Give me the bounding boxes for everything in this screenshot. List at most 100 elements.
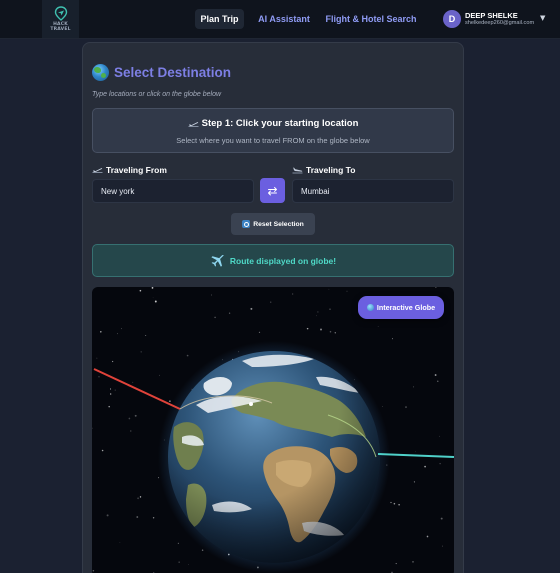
- star: [250, 307, 253, 310]
- star: [377, 326, 379, 328]
- star: [152, 517, 155, 519]
- swap-locations-button[interactable]: ⇄: [260, 178, 285, 203]
- star: [121, 328, 122, 330]
- star: [270, 301, 272, 303]
- star: [413, 386, 415, 388]
- star: [412, 561, 414, 563]
- star: [393, 502, 396, 505]
- star: [177, 542, 180, 545]
- star: [438, 435, 440, 437]
- star: [435, 287, 437, 289]
- star: [292, 293, 294, 295]
- star: [442, 545, 443, 547]
- star: [114, 389, 116, 391]
- star: [413, 481, 415, 483]
- star: [186, 354, 189, 357]
- airplane-landing-icon: [292, 167, 303, 174]
- traveling-from-input[interactable]: New york: [92, 179, 254, 203]
- star: [214, 316, 216, 319]
- nav-flight-hotel-search[interactable]: Flight & Hotel Search: [326, 9, 417, 29]
- star: [329, 308, 331, 310]
- traveling-to-label: Traveling To: [292, 164, 355, 176]
- star: [108, 405, 110, 408]
- star: [137, 497, 139, 500]
- star: [145, 335, 147, 336]
- chevron-down-icon[interactable]: ▼: [540, 14, 545, 22]
- user-email: shelkedeep260@gmail.com: [465, 20, 535, 26]
- star: [391, 338, 394, 340]
- star: [211, 294, 213, 296]
- traveling-to-label-text: Traveling To: [306, 165, 356, 175]
- star: [328, 288, 330, 290]
- traveling-to-input[interactable]: Mumbai: [292, 179, 454, 203]
- destination-subtitle: Type locations or click on the globe bel…: [92, 91, 222, 98]
- interactive-globe-label: Interactive Globe: [376, 303, 436, 312]
- user-name[interactable]: DEEP SHELKE: [465, 11, 518, 20]
- star: [434, 374, 437, 376]
- star: [159, 374, 160, 376]
- reset-selection-button[interactable]: Reset Selection: [231, 213, 315, 235]
- star: [106, 514, 109, 517]
- star: [398, 504, 400, 506]
- star: [110, 393, 112, 395]
- star: [132, 381, 134, 383]
- nav-ai-assistant[interactable]: AI Assistant: [258, 9, 310, 29]
- star: [390, 501, 392, 504]
- globe-shadow: [168, 351, 380, 563]
- star: [98, 376, 100, 378]
- star: [154, 300, 157, 303]
- star: [437, 380, 439, 382]
- star: [382, 406, 383, 407]
- star: [320, 328, 322, 331]
- interactive-globe-canvas[interactable]: [92, 287, 454, 573]
- star: [96, 357, 98, 359]
- star: [101, 449, 104, 452]
- step-title-text: Step 1: Click your starting location: [201, 118, 359, 129]
- star: [228, 312, 231, 314]
- star: [169, 400, 171, 402]
- interactive-globe-badge[interactable]: Interactive Globe: [358, 296, 444, 319]
- globe-icon: [366, 304, 374, 311]
- star: [152, 297, 154, 299]
- step-description: Select where you want to travel FROM on …: [176, 136, 370, 145]
- globe-scene: [92, 287, 454, 573]
- user-avatar[interactable]: D: [443, 10, 461, 28]
- star: [139, 289, 142, 292]
- traveling-from-label: Traveling From: [92, 164, 167, 176]
- reset-selection-label: Reset Selection: [253, 220, 304, 228]
- page-title: Select Destination: [114, 64, 232, 80]
- star: [134, 414, 137, 417]
- route-line-origin: [93, 368, 181, 410]
- star: [329, 330, 332, 333]
- top-navigation-bar: HACK TRAVEL Plan Trip AI Assistant Fligh…: [0, 0, 560, 39]
- star: [334, 332, 336, 334]
- star: [424, 465, 426, 468]
- airplane-takeoff-icon: [188, 121, 199, 127]
- swap-icon: ⇄: [267, 183, 278, 198]
- star: [315, 315, 317, 317]
- origin-marker: [249, 402, 253, 406]
- star: [140, 351, 142, 353]
- star: [188, 564, 189, 565]
- star: [117, 333, 118, 335]
- route-status-banner: Route displayed on globe!: [92, 244, 454, 277]
- star: [139, 496, 142, 498]
- star: [439, 463, 441, 465]
- star: [440, 517, 443, 520]
- airplane-takeoff-icon: [92, 168, 103, 173]
- step-title: Step 1: Click your starting location: [93, 118, 453, 129]
- star: [317, 311, 319, 313]
- reset-icon: [242, 220, 251, 228]
- app-logo[interactable]: HACK TRAVEL: [42, 0, 79, 38]
- star: [306, 327, 309, 330]
- globe-icon: [92, 63, 109, 81]
- nav-plan-trip[interactable]: Plan Trip: [195, 9, 244, 29]
- star: [415, 451, 417, 453]
- star: [395, 563, 397, 565]
- star: [158, 477, 160, 479]
- star: [201, 549, 204, 551]
- star: [111, 360, 114, 363]
- logo-map-pin-icon: [54, 6, 67, 21]
- star: [151, 287, 154, 289]
- logo-text-line2: TRAVEL: [50, 27, 71, 32]
